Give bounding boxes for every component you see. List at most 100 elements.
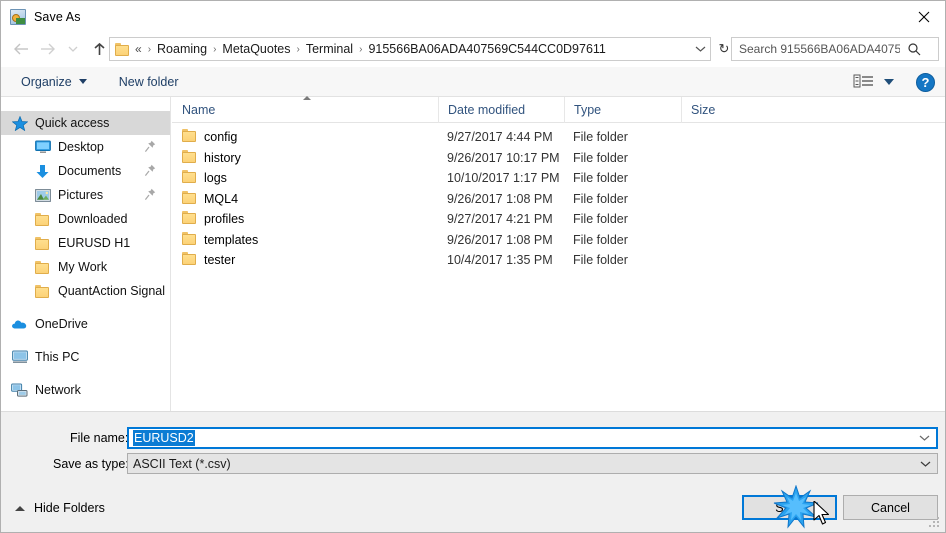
close-icon[interactable] (901, 1, 945, 32)
search-icon[interactable] (902, 42, 926, 56)
back-arrow-icon[interactable] (8, 36, 34, 62)
cloud-glyph (12, 320, 27, 329)
file-type-cell: File folder (573, 253, 628, 268)
file-date-cell: 9/27/2017 4:44 PM (447, 130, 553, 145)
network-glyph (11, 383, 28, 397)
breadcrumb-overflow[interactable]: « (133, 42, 145, 56)
table-row[interactable]: tester 10/4/2017 1:35 PM File folder (172, 250, 945, 271)
hide-folders-button[interactable]: Hide Folders (13, 501, 105, 515)
up-glyph (93, 42, 105, 55)
file-name-text: MQL4 (204, 191, 239, 206)
save-as-type-select[interactable]: ASCII Text (*.csv) (127, 453, 938, 474)
view-options-icon[interactable] (853, 73, 875, 91)
sidebar-item-quick-access[interactable]: Quick access (1, 111, 170, 135)
file-list: config 9/27/2017 4:44 PM File folder histor… (172, 123, 945, 271)
file-name-cell: profiles (172, 211, 438, 227)
file-name-cell: tester (172, 252, 438, 268)
file-name-value: EURUSD2 (133, 430, 195, 446)
chevron-down-icon[interactable] (884, 79, 894, 85)
help-button[interactable]: ? (916, 72, 935, 92)
chevron-up-icon (15, 505, 25, 511)
pin-icon[interactable] (144, 164, 156, 177)
title-bar: Save As (1, 1, 945, 33)
breadcrumb-item-metaquotes[interactable]: MetaQuotes (219, 42, 293, 56)
sidebar-item-eurusd-h1[interactable]: EURUSD H1 (1, 231, 170, 255)
sidebar-item-quantaction-signal[interactable]: QuantAction Signal (1, 279, 170, 303)
sidebar-item-my-work[interactable]: My Work (1, 255, 170, 279)
column-header-name[interactable]: Name (172, 95, 438, 123)
chevron-glyph (695, 46, 705, 52)
file-list-pane: Name Date modified Type Size config 9/27/… (172, 95, 945, 411)
search-input[interactable] (732, 39, 902, 59)
file-date-cell: 10/4/2017 1:35 PM (447, 253, 553, 268)
table-row[interactable]: MQL4 9/26/2017 1:08 PM File folder (172, 189, 945, 210)
recent-locations-chevron-icon[interactable] (60, 36, 86, 62)
save-label: Save (775, 500, 804, 515)
pin-icon[interactable] (144, 140, 156, 153)
table-row[interactable]: templates 9/26/2017 1:08 PM File folder (172, 230, 945, 251)
breadcrumb-item-terminal[interactable]: Terminal (303, 42, 356, 56)
sidebar-item-label: EURUSD H1 (58, 236, 131, 250)
folder-glyph (182, 252, 197, 266)
organize-button[interactable]: Organize (15, 70, 93, 94)
documents-download-icon (34, 163, 51, 180)
recent-glyph (68, 46, 78, 52)
file-name-text: history (204, 150, 241, 165)
address-bar[interactable]: « › Roaming › MetaQuotes › Terminal › 91… (109, 37, 711, 61)
folder-glyph (182, 170, 197, 184)
sidebar-item-network[interactable]: Network (1, 378, 170, 402)
save-button[interactable]: Save (742, 495, 837, 520)
folder-icon (34, 283, 51, 300)
hide-folders-label: Hide Folders (34, 501, 105, 515)
folder-glyph (182, 211, 197, 225)
file-type-cell: File folder (573, 150, 628, 165)
sidebar-item-label: QuantAction Signal (58, 284, 166, 298)
sidebar-item-onedrive[interactable]: OneDrive (1, 312, 170, 336)
file-name-text: logs (204, 171, 227, 186)
sidebar-item-downloaded[interactable]: Downloaded (1, 207, 170, 231)
folder-glyph (35, 236, 50, 250)
pin-icon[interactable] (144, 188, 156, 201)
file-name-input[interactable]: EURUSD2 (127, 427, 938, 449)
star-glyph (11, 115, 28, 131)
sidebar-item-documents[interactable]: Documents (1, 159, 170, 183)
folder-glyph (182, 190, 197, 204)
this-pc-icon (11, 349, 28, 366)
file-type-cell: File folder (573, 171, 628, 186)
column-header-type[interactable]: Type (564, 96, 681, 123)
file-name-cell: history (172, 149, 438, 166)
search-box[interactable] (731, 37, 939, 61)
file-name-cell: MQL4 (172, 190, 438, 207)
table-row[interactable]: logs 10/10/2017 1:17 PM File folder (172, 168, 945, 189)
file-type-cell: File folder (573, 130, 628, 145)
save-as-app-icon (10, 9, 26, 25)
breadcrumb-item-roaming[interactable]: Roaming (154, 42, 210, 56)
view-glyph (853, 74, 873, 88)
sidebar-item-this-pc[interactable]: This PC (1, 345, 170, 369)
column-header-size[interactable]: Size (681, 96, 761, 123)
new-folder-button[interactable]: New folder (113, 70, 185, 94)
resize-grip[interactable] (928, 516, 941, 529)
desktop-icon (34, 139, 51, 156)
folder-glyph (182, 149, 197, 163)
chevron-down-icon[interactable] (920, 455, 931, 473)
pictures-glyph (34, 188, 51, 202)
sidebar-item-desktop[interactable]: Desktop (1, 135, 170, 159)
pin-glyph (144, 164, 156, 176)
organize-label: Organize (21, 74, 72, 89)
chevron-down-icon[interactable] (690, 38, 710, 60)
save-as-dialog: Save As « › Roaming › MetaQuotes › Termi… (0, 0, 946, 533)
table-row[interactable]: history 9/26/2017 10:17 PM File folder (172, 148, 945, 169)
chevron-glyph (920, 461, 931, 467)
window-title: Save As (34, 10, 81, 24)
cancel-button[interactable]: Cancel (843, 495, 938, 520)
table-row[interactable]: config 9/27/2017 4:44 PM File folder (172, 127, 945, 148)
chevron-down-icon[interactable] (919, 429, 930, 447)
column-header-date-modified[interactable]: Date modified (438, 96, 564, 123)
table-row[interactable]: profiles 9/27/2017 4:21 PM File folder (172, 209, 945, 230)
breadcrumb-item-terminal-id[interactable]: 915566BA06ADA407569C544CC0D97611 (365, 42, 608, 56)
sort-ascending-icon (303, 95, 311, 100)
folder-icon (34, 235, 51, 252)
forward-arrow-icon[interactable] (34, 36, 60, 62)
sidebar-item-pictures[interactable]: Pictures (1, 183, 170, 207)
